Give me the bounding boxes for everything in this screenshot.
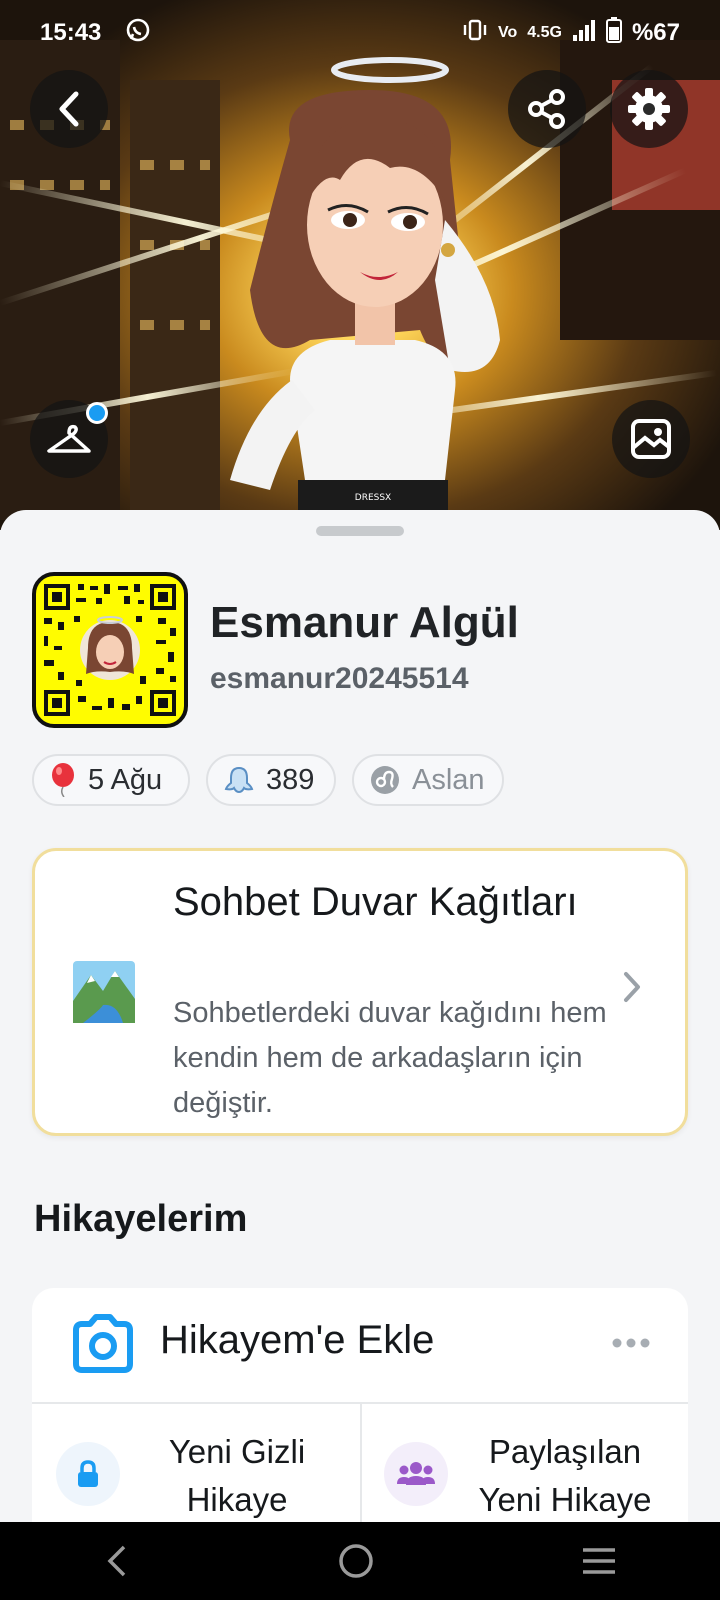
new-shared-story-label: Paylaşılan Yeni Hikaye (478, 1433, 652, 1518)
system-navigation-bar (0, 1522, 720, 1600)
group-icon (397, 1462, 435, 1485)
balloon-icon (52, 763, 74, 797)
background-picker-button[interactable] (612, 400, 690, 478)
new-private-story-label: Yeni Gizli Hikaye (168, 1433, 306, 1518)
nav-home-icon[interactable] (337, 1542, 375, 1580)
hanger-icon (47, 424, 91, 453)
add-to-story-label: Hikayem'e Ekle (160, 1318, 435, 1362)
wallpaper-card-description: Sohbetlerdeki duvar kağıdını hem kendin … (173, 997, 607, 1119)
username[interactable]: esmanur20245514 (210, 662, 469, 696)
volte-icon: Vo (498, 24, 518, 41)
outfit-button[interactable] (30, 400, 108, 478)
signal-icon (572, 19, 596, 48)
landscape-icon (73, 961, 135, 1023)
bitmoji-avatar: DRESSX (230, 57, 500, 530)
chevron-right-icon (624, 972, 640, 1002)
ghost-icon (224, 766, 254, 794)
lock-icon (78, 1460, 98, 1487)
vibrate-icon (462, 18, 488, 49)
lock-icon-wrap (56, 1442, 120, 1506)
zodiac-label: Aslan (412, 763, 485, 796)
snapscore-pill[interactable]: 389 (206, 754, 336, 806)
chat-wallpaper-card[interactable]: Sohbet Duvar Kağıtları Sohbetlerdeki duv… (32, 848, 688, 1136)
notification-dot (86, 402, 108, 424)
svg-text:DRESSX: DRESSX (355, 493, 391, 503)
status-bar: 15:43 Vo 4.5G %67 (0, 0, 720, 66)
add-to-story-row[interactable]: Hikayem'e Ekle (32, 1288, 688, 1404)
more-options-icon[interactable] (612, 1338, 650, 1348)
profile-sheet: Esmanur Algül esmanur20245514 5 Ağu 389 … (0, 510, 720, 1548)
image-icon (631, 419, 671, 459)
qr-code-icon (44, 584, 176, 716)
display-name: Esmanur Algül (210, 598, 519, 647)
leo-zodiac-icon (371, 766, 399, 794)
nav-back-icon[interactable] (102, 1543, 132, 1579)
stories-section-title: Hikayelerim (34, 1198, 248, 1240)
group-icon-wrap (384, 1442, 448, 1506)
gear-icon (628, 88, 670, 130)
wallpaper-card-title: Sohbet Duvar Kağıtları (173, 880, 578, 924)
battery-percent: %67 (631, 19, 680, 46)
status-time: 15:43 (40, 19, 102, 46)
battery-icon (605, 16, 622, 50)
zodiac-pill[interactable]: Aslan (352, 754, 504, 806)
whatsapp-icon (125, 17, 151, 50)
chevron-left-icon (59, 91, 79, 127)
birthday-pill[interactable]: 5 Ağu (32, 754, 190, 806)
nav-recents-icon[interactable] (580, 1546, 618, 1576)
share-icon (528, 89, 565, 129)
my-stories-card: Hikayem'e Ekle Yeni Gizli Hikaye Paylaşı… (32, 1288, 688, 1548)
back-button[interactable] (30, 70, 108, 148)
sheet-handle[interactable] (316, 526, 404, 536)
snapcode[interactable] (32, 572, 188, 728)
settings-button[interactable] (610, 70, 688, 148)
camera-icon (73, 1314, 133, 1373)
share-button[interactable] (508, 70, 586, 148)
birthday-label: 5 Ağu (88, 763, 163, 796)
network-type: 4.5G (527, 24, 562, 41)
snapscore-label: 389 (266, 763, 315, 796)
